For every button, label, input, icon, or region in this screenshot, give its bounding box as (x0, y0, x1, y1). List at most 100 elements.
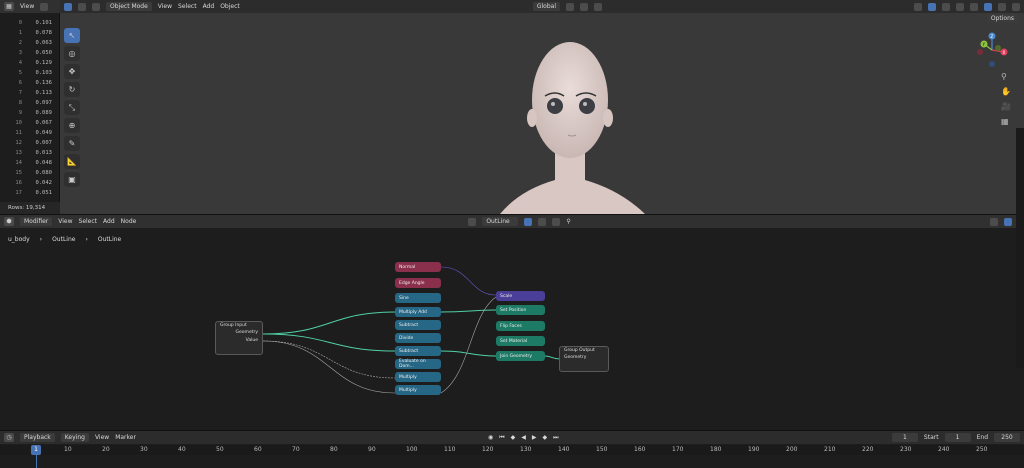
3d-viewport[interactable]: Object Mode View Select Add Object Globa… (60, 0, 1024, 214)
play-icon[interactable]: ▶ (532, 434, 537, 441)
select-extend-icon[interactable] (78, 2, 86, 11)
annotate-tool-icon[interactable]: ✎ (64, 136, 80, 151)
prev-key-icon[interactable]: ◆ (511, 434, 516, 441)
start-frame-field[interactable]: 1 (944, 433, 971, 442)
end-frame-field[interactable]: 250 (994, 433, 1020, 442)
node-multiply[interactable]: Multiply (395, 372, 441, 382)
move-tool-icon[interactable]: ✥ (64, 64, 80, 79)
viewport-menu-object[interactable]: Object (220, 3, 240, 10)
mode-dropdown[interactable]: Object Mode (106, 2, 152, 11)
cursor-tool-icon[interactable]: ◎ (64, 46, 80, 61)
editor-type-icon[interactable]: ▦ (4, 2, 14, 11)
filter-icon[interactable] (40, 2, 49, 11)
node-divide[interactable]: Divide (395, 333, 441, 343)
spreadsheet-menu-view[interactable]: View (20, 3, 34, 10)
node-scale[interactable]: Scale (496, 291, 545, 301)
timeline-menu-keying[interactable]: Keying (60, 433, 89, 442)
play-reverse-icon[interactable]: ◀ (521, 434, 526, 441)
table-row: 12 0.007 (0, 140, 60, 150)
node-set-position[interactable]: Set Position (496, 305, 545, 315)
frame-ruler[interactable]: 10 20 30 40 50 60 70 80 90 100 110 120 130 140 150 160 1… (0, 445, 1024, 455)
node-menu-add[interactable]: Add (103, 218, 115, 225)
node-sine[interactable]: Sine (395, 293, 441, 303)
proportional-edit-icon[interactable] (594, 2, 602, 11)
select-subtract-icon[interactable] (92, 2, 100, 11)
viewport-menu-view[interactable]: View (158, 3, 172, 10)
geometry-node-editor[interactable]: ⬢ Modifier View Select Add Node OutLine … (0, 214, 1016, 430)
timeline-editor[interactable]: ◷ Playback Keying View Marker ◉ ⏮ ◆ ◀ ▶ … (0, 430, 1024, 468)
node-editor-type-icon[interactable]: ⬢ (4, 217, 14, 226)
viewport-menu-add[interactable]: Add (203, 3, 215, 10)
transform-tool-icon[interactable]: ⊕ (64, 118, 80, 133)
node-multiply-add[interactable]: Multiply Add (395, 307, 441, 317)
add-cube-tool-icon[interactable]: ▣ (64, 172, 80, 187)
overlay-node-icon[interactable] (990, 217, 998, 226)
row-value: 0.129 (35, 60, 52, 66)
node-context-dropdown[interactable]: Modifier (20, 217, 53, 226)
node-multiply[interactable]: Multiply (395, 385, 441, 395)
playhead[interactable]: 1 (31, 445, 41, 455)
group-input-node[interactable]: Group Input Geometry Value (215, 321, 263, 355)
zoom-icon[interactable]: ⚲ (1001, 72, 1010, 81)
rotate-tool-icon[interactable]: ↻ (64, 82, 80, 97)
snap-icon[interactable] (580, 2, 588, 11)
snap-node-icon[interactable] (1004, 217, 1012, 226)
row-index: 13 (15, 150, 22, 156)
viewport-menu-select[interactable]: Select (178, 3, 197, 10)
next-key-icon[interactable]: ◆ (542, 434, 547, 441)
node-menu-select[interactable]: Select (79, 218, 98, 225)
record-icon[interactable]: ◉ (488, 434, 493, 441)
node-menu-view[interactable]: View (58, 218, 72, 225)
options-dropdown[interactable]: Options (986, 14, 1018, 23)
select-box-icon[interactable] (64, 2, 72, 11)
shading-rendered-icon[interactable] (1012, 2, 1020, 11)
group-output-node[interactable]: Group Output Geometry (559, 346, 609, 372)
socket-value-out[interactable]: Value (216, 337, 262, 345)
character-head-model[interactable] (460, 40, 660, 214)
visibility-icon[interactable] (914, 2, 922, 11)
node-tree-name-field[interactable]: OutLine (482, 217, 519, 226)
node-menu-node[interactable]: Node (121, 218, 137, 225)
timeline-menu-playback[interactable]: Playback (20, 433, 55, 442)
node-edge-angle[interactable]: Edge Angle (395, 278, 441, 288)
jump-start-icon[interactable]: ⏮ (499, 434, 504, 442)
timeline-type-icon[interactable]: ◷ (4, 433, 14, 442)
ortho-grid-icon[interactable]: ▦ (1001, 117, 1010, 126)
socket-geometry-out[interactable]: Geometry (216, 329, 262, 337)
xray-icon[interactable] (956, 2, 964, 11)
pivot-icon[interactable] (566, 2, 574, 11)
timeline-menu-marker[interactable]: Marker (115, 434, 136, 441)
measure-tool-icon[interactable]: 📐 (64, 154, 80, 169)
node-normal[interactable]: Normal (395, 262, 441, 272)
overlay-icon[interactable] (942, 2, 950, 11)
node-flip-faces[interactable]: Flip Faces (496, 321, 545, 331)
pan-hand-icon[interactable]: ✋ (1001, 87, 1011, 96)
node-tree-type-icon[interactable] (468, 217, 477, 226)
duplicate-tree-icon[interactable] (538, 217, 547, 226)
unlink-tree-icon[interactable] (552, 217, 561, 226)
breadcrumb-tree[interactable]: OutLine (98, 236, 121, 243)
pin-icon[interactable]: ⚲ (566, 218, 570, 225)
transform-orientation-dropdown[interactable]: Global (532, 2, 560, 11)
jump-end-icon[interactable]: ⏭ (553, 434, 558, 442)
timeline-menu-view[interactable]: View (95, 434, 109, 441)
node-subtract[interactable]: Subtract (395, 320, 441, 330)
fake-user-shield-icon[interactable] (524, 217, 533, 226)
shading-wireframe-icon[interactable] (970, 2, 978, 11)
properties-tab-strip[interactable] (1016, 128, 1024, 368)
node-set-material[interactable]: Set Material (496, 336, 545, 346)
shading-material-icon[interactable] (998, 2, 1006, 11)
select-tool-icon[interactable]: ↖ (64, 28, 80, 43)
breadcrumb-modifier[interactable]: OutLine (52, 236, 75, 243)
node-evaluate-on-dom[interactable]: Evaluate on Dom... (395, 359, 441, 369)
gizmo-toggle-icon[interactable] (928, 2, 936, 11)
scale-tool-icon[interactable]: ⤡ (64, 100, 80, 115)
node-subtract[interactable]: Subtract (395, 346, 441, 356)
svg-text:X: X (1003, 50, 1006, 55)
socket-geometry-in[interactable]: Geometry (560, 354, 608, 362)
node-join-geometry[interactable]: Join Geometry (496, 351, 545, 361)
breadcrumb-object[interactable]: u_body (8, 236, 30, 243)
current-frame-field[interactable]: 1 (891, 433, 918, 442)
camera-view-icon[interactable]: 🎥 (1001, 102, 1011, 111)
shading-solid-icon[interactable] (984, 2, 992, 11)
